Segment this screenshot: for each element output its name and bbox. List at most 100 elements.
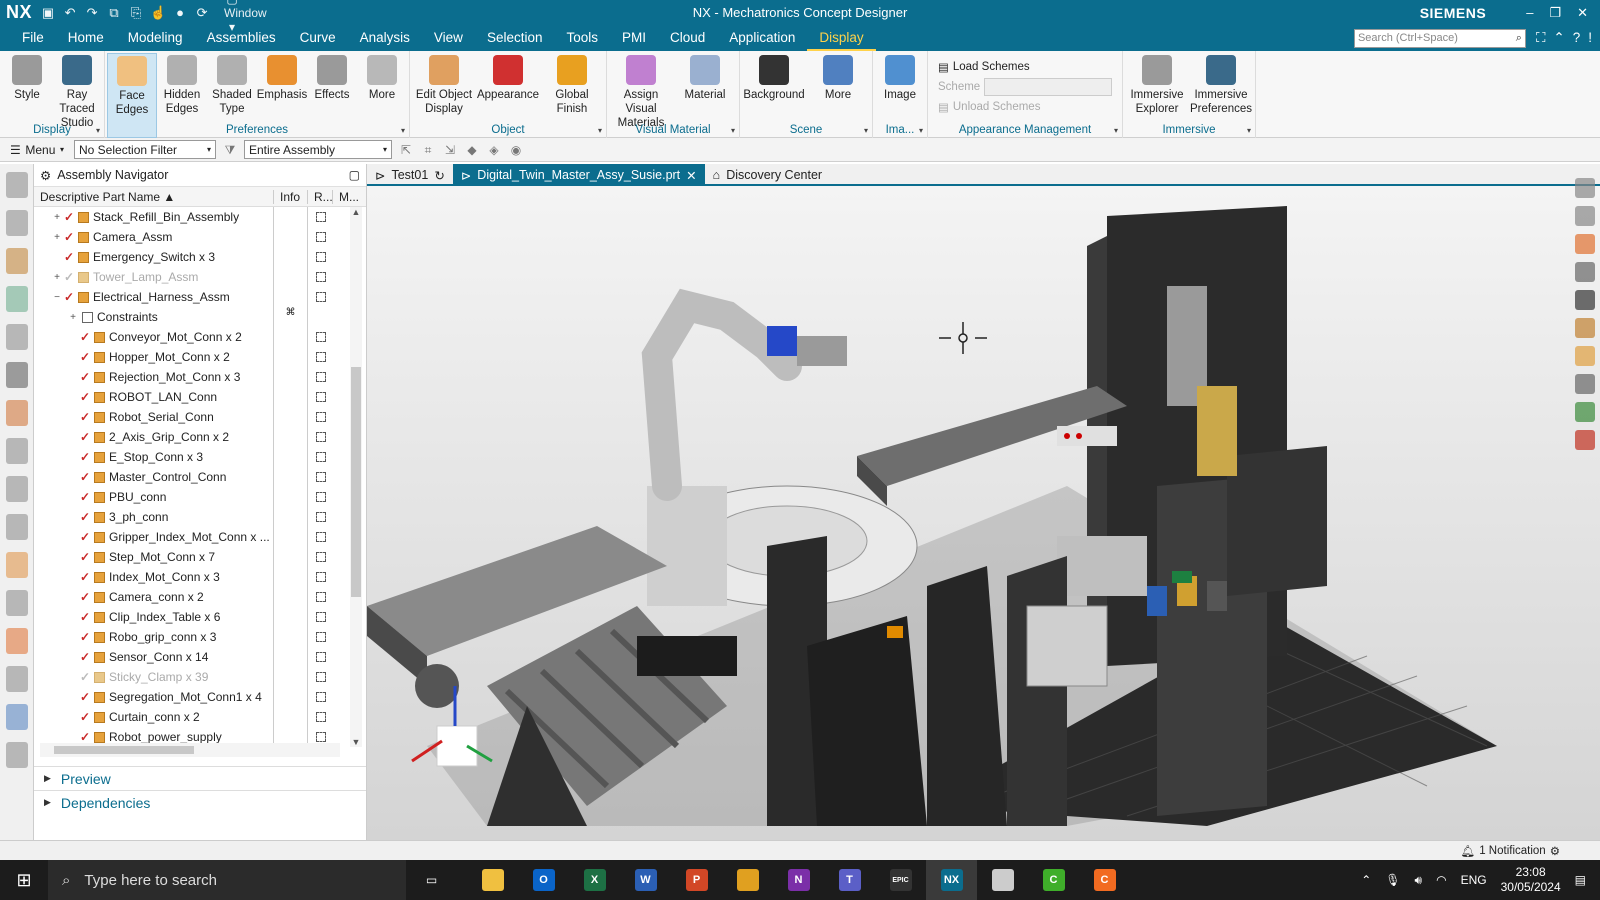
load-schemes-button[interactable]: ▤ Load Schemes (938, 57, 1112, 77)
roles-icon[interactable] (5, 438, 28, 464)
sequence-icon[interactable] (5, 286, 28, 312)
tree-row[interactable]: ✓ 2_Axis_Grip_Conn x 2 (34, 427, 366, 447)
window-menu[interactable]: ▢ Window ▾ (224, 0, 267, 34)
assembly-navigator-icon[interactable] (5, 362, 28, 388)
menu-selection[interactable]: Selection (475, 25, 555, 51)
tree-row[interactable]: ✓ Master_Control_Conn (34, 467, 366, 487)
visibility-check-icon[interactable]: ✓ (64, 210, 76, 224)
play-icon[interactable] (1575, 178, 1595, 198)
command-search-input[interactable]: Search (Ctrl+Space) ⌕ (1353, 28, 1526, 48)
menu-pmi[interactable]: PMI (610, 25, 658, 51)
runtime-icon[interactable] (5, 628, 28, 654)
language-indicator[interactable]: ENG (1461, 873, 1487, 887)
help-icon[interactable]: ? (1573, 30, 1581, 46)
reuse-library-icon[interactable] (5, 400, 28, 426)
tab-digital-twin[interactable]: ⊳ Digital_Twin_Master_Assy_Susie.prt ✕ (452, 164, 705, 186)
tree-row[interactable]: − ✓ Electrical_Harness_Assm (34, 287, 366, 307)
tree-row[interactable]: ✓ ROBOT_LAN_Conn (34, 387, 366, 407)
menu-view[interactable]: View (422, 25, 475, 51)
tree-row[interactable]: ✓ Rejection_Mot_Conn x 3 (34, 367, 366, 387)
scope-dropdown[interactable]: Entire Assembly ▾ (244, 140, 392, 159)
tree-row[interactable]: ✓ Hopper_Mot_Conn x 2 (34, 347, 366, 367)
tree-row[interactable]: + ✓ Camera_Assm (34, 227, 366, 247)
col-name-header[interactable]: Descriptive Part Name ▲ (34, 189, 274, 204)
network-icon[interactable]: ◠ (1436, 873, 1446, 887)
tree-row[interactable]: ✓ 3_ph_conn (34, 507, 366, 527)
visibility-check-icon[interactable]: ✓ (80, 570, 92, 584)
visibility-check-icon[interactable]: ✓ (80, 610, 92, 624)
history-icon[interactable] (5, 514, 28, 540)
repeat-icon[interactable]: ⟳ (194, 5, 210, 21)
menu-tools[interactable]: Tools (554, 25, 610, 51)
tray-expand-icon[interactable]: ⌃ (1361, 873, 1371, 887)
menu-display[interactable]: Display (807, 25, 876, 51)
select-tool-icon-1[interactable]: ⌗ (420, 143, 436, 157)
group-expand-icon[interactable]: ▾ (598, 126, 602, 135)
visibility-check-icon[interactable]: ✓ (80, 710, 92, 724)
notifications-icon[interactable]: ▤ (1575, 873, 1586, 887)
tree-row[interactable]: ✓ Robot_Serial_Conn (34, 407, 366, 427)
powerpoint-taskbar-button[interactable]: P (671, 860, 722, 900)
constraint-navigator-icon[interactable] (5, 210, 28, 236)
excel-taskbar-button[interactable]: X (569, 860, 620, 900)
display-icon[interactable] (1575, 290, 1595, 310)
physics-navigator-icon[interactable] (5, 324, 28, 350)
scroll-up-icon[interactable]: ▲ (350, 207, 362, 217)
menu-button[interactable]: ☰ Menu ▾ (6, 140, 68, 159)
system-icon[interactable] (5, 590, 28, 616)
snap-icon[interactable]: ◉ (508, 143, 524, 157)
windows-start-icon[interactable]: ⊞ (0, 870, 48, 891)
tree-row[interactable]: ✓ Sensor_Conn x 14 (34, 647, 366, 667)
scrollbar-thumb[interactable] (351, 367, 361, 597)
visibility-check-icon[interactable]: ✓ (80, 370, 92, 384)
visibility-check-icon[interactable]: ✓ (80, 650, 92, 664)
tree-row[interactable]: ✓ Curtain_conn x 2 (34, 707, 366, 727)
mic-icon[interactable]: ● (172, 5, 188, 20)
materials-icon[interactable] (5, 552, 28, 578)
tree-vertical-scrollbar[interactable]: ▲ ▼ (350, 207, 362, 747)
hscrollbar-thumb[interactable] (54, 746, 194, 754)
group-expand-icon[interactable]: ▾ (731, 126, 735, 135)
group-expand-icon[interactable]: ▾ (1247, 126, 1251, 135)
refresh-icon[interactable]: ↻ (434, 168, 444, 183)
restore-icon[interactable]: ❐ (1549, 5, 1561, 21)
group-expand-icon[interactable]: ▾ (96, 126, 100, 135)
visibility-check-icon[interactable]: ✓ (80, 530, 92, 544)
app-white-taskbar-button[interactable] (977, 860, 1028, 900)
visibility-check-icon[interactable]: ✓ (80, 490, 92, 504)
step-icon[interactable] (1575, 374, 1595, 394)
tab-close-icon[interactable]: ✕ (686, 168, 696, 183)
col-r-header[interactable]: R... (308, 189, 333, 204)
alert-icon[interactable]: ! (1588, 30, 1592, 46)
group-expand-icon[interactable]: ▾ (401, 126, 405, 135)
tree-row[interactable]: ✓ Robo_grip_conn x 3 (34, 627, 366, 647)
visibility-check-icon[interactable]: ✓ (64, 290, 76, 304)
visibility-check-icon[interactable]: ✓ (80, 690, 92, 704)
graphics-window[interactable]: ⊳ Test01 ↻ ⊳ Digital_Twin_Master_Assy_Susie… (367, 164, 1600, 840)
visibility-check-icon[interactable]: ✓ (80, 410, 92, 424)
visibility-check-icon[interactable]: ✓ (80, 350, 92, 364)
expand-toggle-icon[interactable]: + (68, 312, 78, 323)
menu-application[interactable]: Application (717, 25, 807, 51)
maximize-pane-icon[interactable]: ▢ (349, 168, 360, 182)
nx-icon[interactable] (1575, 430, 1595, 450)
filter-icon[interactable]: ⧩ (222, 143, 238, 157)
tree-row[interactable]: ✓ Index_Mot_Conn x 3 (34, 567, 366, 587)
menu-cloud[interactable]: Cloud (658, 25, 717, 51)
tree-horizontal-scrollbar[interactable] (40, 743, 340, 757)
visibility-check-icon[interactable]: ✓ (80, 550, 92, 564)
tree-row[interactable]: ✓ Emergency_Switch x 3 (34, 247, 366, 267)
teams-taskbar-button[interactable]: T (824, 860, 875, 900)
visibility-check-icon[interactable]: ✓ (80, 510, 92, 524)
bell-icon[interactable]: 🔔︎ (1461, 844, 1476, 858)
clock-icon[interactable] (5, 666, 28, 692)
visibility-check-icon[interactable]: ✓ (80, 670, 92, 684)
collapse-ribbon-icon[interactable]: ⌃ (1553, 30, 1564, 46)
visibility-check-icon[interactable]: ✓ (80, 390, 92, 404)
part-icon[interactable] (1575, 346, 1595, 366)
col-m-header[interactable]: M... (333, 190, 359, 204)
touch-mode-icon[interactable]: ☝ (150, 5, 166, 21)
visibility-check-icon[interactable]: ✓ (80, 630, 92, 644)
select-component-icon[interactable]: ◈ (486, 143, 502, 157)
part-navigator-icon[interactable] (5, 248, 28, 274)
